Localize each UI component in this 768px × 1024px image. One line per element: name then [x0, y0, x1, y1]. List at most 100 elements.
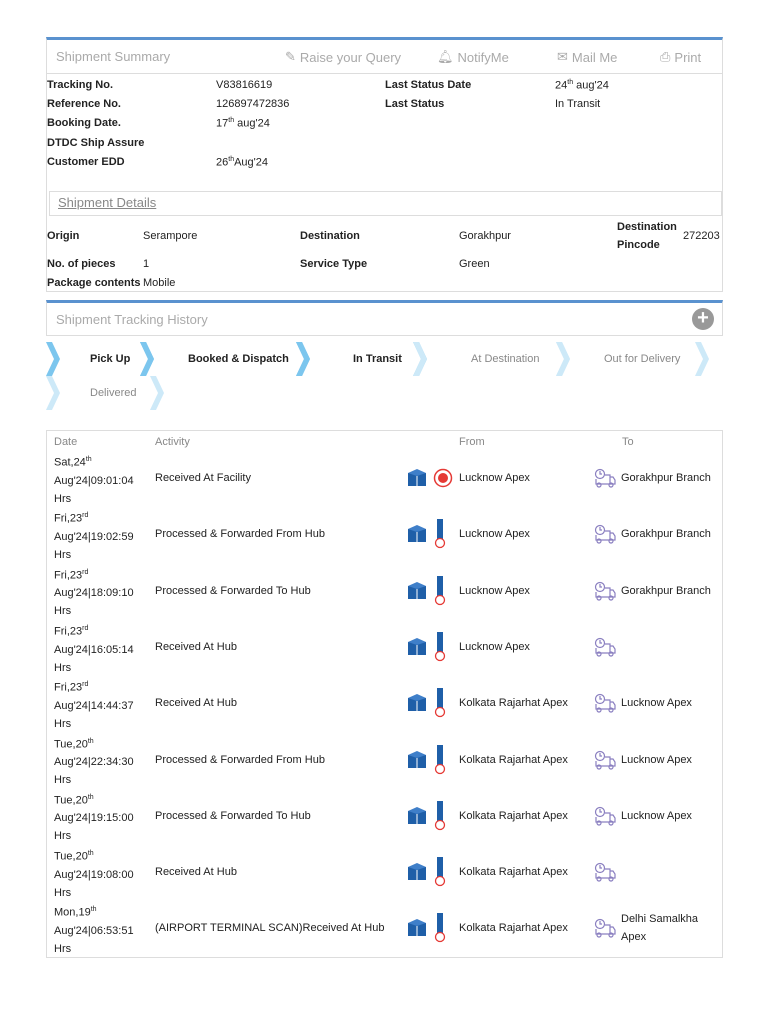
truck-icon	[594, 806, 616, 829]
row-from: Lucknow Apex	[459, 472, 530, 484]
table-row: Tue,20th Aug'24|19:08:00 Hrs Received At Hu…	[47, 845, 722, 901]
pencil-icon: ✎	[285, 49, 296, 64]
mail-me-button[interactable]: ✉ Mail Me	[557, 49, 617, 65]
day: 17	[216, 117, 229, 130]
route-marker-icon	[433, 575, 447, 609]
table-row: Tue,20th Aug'24|19:15:00 Hrs Processed & Fo…	[47, 789, 722, 845]
contents-label: Package contents	[47, 277, 141, 289]
row-activity: Processed & Forwarded From Hub	[155, 753, 325, 766]
destination-label: Destination	[300, 230, 360, 242]
truck-icon	[594, 581, 616, 604]
truck-icon	[594, 750, 616, 773]
raise-query-button[interactable]: ✎ Raise your Query	[285, 49, 401, 65]
row-activity: (AIRPORT TERMINAL SCAN)Received At Hub	[155, 922, 385, 935]
route-marker-icon	[433, 631, 447, 665]
step-chevron-icon	[46, 342, 62, 376]
row-to: Gorakhpur Branch	[621, 584, 711, 597]
edd-date: 26thAug'24	[216, 156, 268, 169]
date-time: Aug'24|19:08:00	[54, 868, 134, 881]
shipment-details-header[interactable]: Shipment Details	[49, 191, 722, 216]
date-time: Aug'24|19:02:59	[54, 530, 134, 543]
row-date: Fri,23rd Aug'24|14:44:37 Hrs	[54, 676, 134, 733]
tracking-number: V83816619	[216, 79, 273, 91]
row-activity: Received At Hub	[155, 697, 237, 710]
row-date: Tue,20th Aug'24|19:08:00 Hrs	[54, 845, 134, 902]
expand-plus-icon[interactable]: +	[692, 308, 714, 330]
row-from: Kolkata Rajarhat Apex	[459, 866, 568, 879]
day: 24	[555, 79, 568, 92]
date-suffix: th	[87, 850, 94, 858]
row-from: Kolkata Rajarhat Apex	[459, 753, 568, 766]
row-to: Lucknow Apex	[621, 809, 692, 822]
date-day: Fri,23	[54, 569, 83, 582]
last-status: In Transit	[555, 98, 601, 110]
step-4: Out for Delivery	[604, 353, 681, 365]
origin-label: Origin	[47, 230, 80, 242]
table-row: Fri,23rd Aug'24|14:44:37 Hrs Received At Hu…	[47, 676, 722, 732]
row-from: Lucknow Apex	[459, 528, 530, 541]
summary-title: Shipment Summary	[56, 49, 171, 64]
current-location-marker-icon	[433, 468, 453, 491]
contents: Mobile	[143, 277, 176, 289]
date-unit: Hrs	[54, 943, 72, 956]
date-day: Sat,24	[54, 456, 86, 469]
reference-number: 126897472836	[216, 98, 290, 110]
print-button[interactable]: ⎙ Print	[660, 49, 701, 65]
month: aug'24	[573, 79, 609, 92]
edd-label: Customer EDD	[47, 156, 125, 168]
row-from: Lucknow Apex	[459, 640, 530, 653]
date-unit: Hrs	[54, 774, 72, 787]
truck-icon	[594, 524, 616, 547]
date-unit: Hrs	[54, 830, 72, 843]
package-icon	[407, 636, 427, 659]
row-date: Fri,23rd Aug'24|16:05:14 Hrs	[54, 620, 134, 677]
date-day: Fri,23	[54, 681, 83, 694]
step-2: In Transit	[353, 353, 402, 365]
month: Aug'24	[234, 156, 269, 169]
package-icon	[407, 805, 427, 828]
step-1: Booked & Dispatch	[188, 353, 289, 365]
notify-me-label: NotifyMe	[457, 49, 509, 65]
date-unit: Hrs	[54, 548, 72, 561]
step-chevron-icon	[140, 342, 156, 376]
booking-label: Booking Date.	[47, 117, 121, 129]
history-title-bar: Shipment Tracking History	[47, 303, 722, 336]
history-title: Shipment Tracking History	[56, 312, 208, 327]
date-day: Fri,23	[54, 625, 83, 638]
row-date: Fri,23rd Aug'24|18:09:10 Hrs	[54, 564, 134, 621]
step-0: Pick Up	[90, 353, 131, 365]
row-activity: Received At Hub	[155, 866, 237, 879]
date-day: Tue,20	[54, 794, 88, 807]
truck-icon	[594, 918, 616, 941]
table-row: Sat,24th Aug'24|09:01:04 Hrs Received At Fa…	[47, 451, 722, 507]
package-icon	[407, 917, 427, 940]
date-time: Aug'24|14:44:37	[54, 699, 134, 712]
date-suffix: th	[90, 906, 97, 914]
pieces-label: No. of pieces	[47, 258, 116, 270]
header-activity: Activity	[155, 436, 190, 448]
date-time: Aug'24|09:01:04	[54, 474, 134, 487]
notify-me-button[interactable]: 🔔︎ NotifyMe	[437, 49, 509, 65]
row-activity: Processed & Forwarded To Hub	[155, 584, 311, 597]
package-icon	[407, 467, 427, 490]
booking-date: 17th aug'24	[216, 117, 270, 130]
header-date: Date	[54, 436, 78, 448]
package-icon	[407, 580, 427, 603]
date-unit: Hrs	[54, 492, 72, 505]
route-marker-icon	[433, 913, 447, 946]
summary-header: Shipment Summary ✎ Raise your Query 🔔︎ Not…	[47, 40, 722, 74]
bell-icon: 🔔︎	[437, 49, 454, 64]
tracking-history-table: Date Activity From To Sat,24th Aug'24|09:…	[46, 430, 723, 958]
date-suffix: rd	[82, 681, 89, 689]
last-status-date: 24th aug'24	[555, 79, 609, 92]
step-chevron-icon	[296, 342, 312, 376]
ship-assure-label: DTDC Ship Assure	[47, 137, 145, 149]
date-day: Tue,20	[54, 850, 88, 863]
month: aug'24	[234, 117, 270, 130]
row-activity: Processed & Forwarded From Hub	[155, 528, 325, 541]
row-from: Kolkata Rajarhat Apex	[459, 809, 568, 822]
pincode-label-1: Destination	[617, 221, 677, 233]
step-chevron-icon	[150, 376, 166, 410]
table-row: Mon,19th Aug'24|06:53:51 Hrs (AIRPORT TERMI…	[47, 901, 722, 957]
date-day: Mon,19	[54, 907, 91, 920]
